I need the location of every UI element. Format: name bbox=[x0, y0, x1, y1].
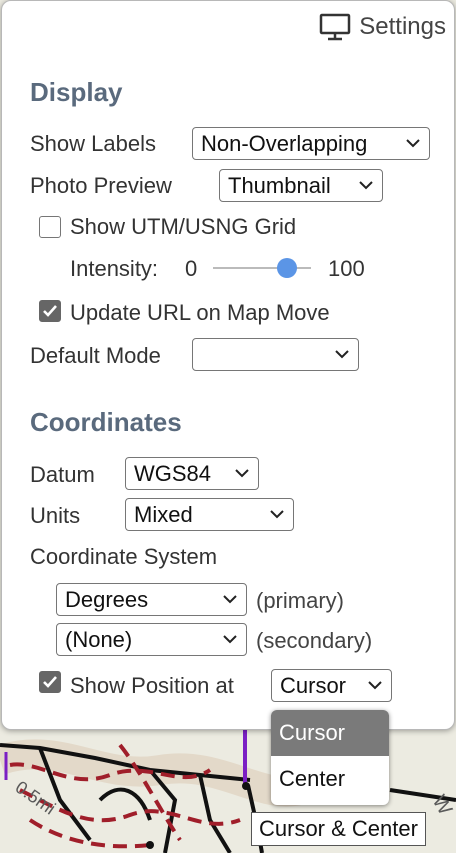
update-url-label: Update URL on Map Move bbox=[70, 300, 330, 325]
show-labels-label: Show Labels bbox=[30, 131, 156, 156]
dropdown-option-center[interactable]: Center bbox=[271, 756, 389, 802]
chevron-down-icon bbox=[235, 469, 249, 478]
position-dropdown-list: Cursor Center bbox=[271, 710, 389, 805]
photo-preview-select[interactable]: Thumbnail bbox=[219, 169, 383, 202]
units-select[interactable]: Mixed bbox=[125, 498, 294, 531]
default-mode-label: Default Mode bbox=[30, 343, 161, 368]
display-heading: Display bbox=[30, 77, 123, 107]
show-position-checkbox[interactable] bbox=[39, 671, 61, 693]
coordinates-heading: Coordinates bbox=[30, 407, 182, 437]
settings-panel: Settings Display Show Labels Non-Overlap… bbox=[1, 0, 455, 730]
show-position-label: Show Position at bbox=[70, 673, 234, 698]
intensity-min: 0 bbox=[185, 256, 198, 281]
show-labels-select[interactable]: Non-Overlapping bbox=[192, 127, 430, 160]
default-mode-select[interactable] bbox=[192, 338, 359, 371]
chevron-down-icon bbox=[270, 510, 284, 519]
datum-label: Datum bbox=[30, 462, 95, 487]
secondary-system-select[interactable]: (None) bbox=[56, 623, 247, 656]
dropdown-option-cursor[interactable]: Cursor bbox=[271, 710, 389, 756]
monitor-icon bbox=[320, 13, 351, 41]
primary-suffix: (primary) bbox=[256, 588, 344, 613]
intensity-max: 100 bbox=[328, 256, 365, 281]
chevron-down-icon bbox=[223, 635, 237, 644]
utm-grid-label: Show UTM/USNG Grid bbox=[70, 214, 297, 239]
chevron-down-icon bbox=[335, 350, 349, 359]
primary-system-select[interactable]: Degrees bbox=[56, 583, 247, 616]
settings-title: Settings bbox=[359, 13, 446, 40]
datum-select[interactable]: WGS84 bbox=[125, 457, 259, 490]
secondary-suffix: (secondary) bbox=[256, 628, 373, 653]
update-url-checkbox[interactable] bbox=[39, 300, 61, 322]
checkmark-icon bbox=[43, 305, 57, 317]
utm-grid-checkbox[interactable] bbox=[39, 216, 61, 238]
chevron-down-icon bbox=[359, 181, 373, 190]
chevron-down-icon bbox=[223, 595, 237, 604]
tooltip: Cursor & Center bbox=[251, 812, 426, 846]
coordinate-system-label: Coordinate System bbox=[30, 544, 218, 569]
settings-header[interactable]: Settings bbox=[319, 13, 446, 41]
intensity-slider-thumb[interactable] bbox=[277, 258, 297, 278]
chevron-down-icon bbox=[368, 681, 382, 690]
units-label: Units bbox=[30, 503, 81, 528]
show-position-select[interactable]: Cursor bbox=[271, 669, 392, 702]
chevron-down-icon bbox=[406, 139, 420, 148]
checkmark-icon bbox=[43, 676, 57, 688]
intensity-label: Intensity: bbox=[70, 256, 159, 281]
photo-preview-label: Photo Preview bbox=[30, 173, 172, 198]
